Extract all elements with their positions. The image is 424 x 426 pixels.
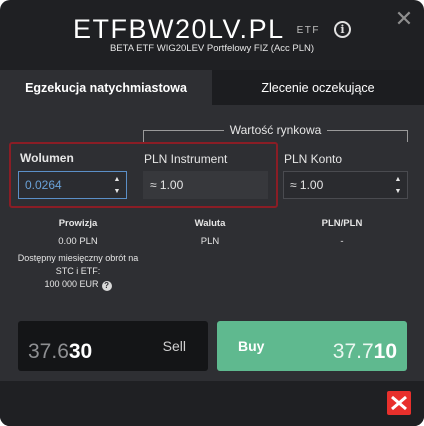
instrument-symbol: ETFBW20LV.PL	[73, 13, 285, 44]
order-type-tabs: Egzekucja natychmiastowa Zlecenie oczeku…	[0, 70, 424, 105]
stepper-up-icon[interactable]: ▲	[114, 176, 121, 184]
exchange-rate-label: PLN/PLN	[321, 218, 363, 229]
commission-value: 0.00 PLN	[58, 236, 98, 247]
instrument-value-label: PLN Instrument	[144, 152, 228, 166]
commission-note-line: STC i ETF:	[55, 266, 101, 276]
brand-logo	[387, 391, 411, 415]
instrument-description: BETA ETF WIG20LEV Portfelowy FIZ (Acc PL…	[109, 43, 315, 54]
exchange-rate-value: -	[340, 236, 344, 247]
title-row: ETFBW20LV.PL ETF i	[0, 12, 424, 46]
help-icon[interactable]: ?	[101, 281, 112, 291]
sell-button[interactable]: 37.630 Sell	[18, 321, 208, 371]
tab-instant-execution[interactable]: Egzekucja natychmiastowa	[0, 70, 212, 105]
buy-price: 37.710	[333, 340, 397, 364]
sell-price-pips: 30	[68, 340, 93, 363]
sell-label: Sell	[162, 338, 186, 354]
instrument-value: ≈ 1.00	[150, 178, 184, 192]
info-icon[interactable]: i	[333, 20, 351, 38]
volume-value: 0.0264	[25, 178, 62, 192]
market-value-label-row: Wartość rynkowa	[0, 123, 424, 137]
buy-label: Buy	[238, 338, 265, 354]
sell-price-main: 37.6	[28, 340, 69, 363]
account-value-input[interactable]: ≈ 1.00 ▲ ▼	[283, 171, 408, 199]
stepper-up-icon[interactable]: ▲	[395, 176, 402, 184]
instrument-type-tag: ETF	[296, 24, 320, 36]
close-icon[interactable]: ✕	[394, 8, 414, 30]
monthly-turnover-value: 100 000 EUR	[44, 279, 99, 289]
commission-note-line: Dostępny miesięczny obrót na	[17, 253, 139, 263]
instrument-value-field: ≈ 1.00	[143, 171, 268, 199]
sell-price: 37.630	[28, 340, 92, 364]
volume-stepper[interactable]: ▲ ▼	[113, 176, 121, 196]
volume-label: Wolumen	[20, 151, 74, 165]
currency-value: PLN	[200, 236, 220, 247]
buy-price-main: 37.7	[332, 340, 374, 363]
dialog-footer	[0, 381, 424, 426]
order-dialog: ETFBW20LV.PL ETF i ✕ BETA ETF WIG20LEV P…	[0, 0, 424, 426]
buy-button[interactable]: Buy 37.710	[217, 321, 407, 371]
commission-label: Prowizja	[58, 218, 98, 229]
stepper-down-icon[interactable]: ▼	[395, 188, 402, 196]
brand-logo-icon	[391, 395, 407, 411]
volume-input[interactable]: 0.0264 ▲ ▼	[18, 171, 127, 199]
tab-pending-order[interactable]: Zlecenie oczekujące	[212, 70, 424, 105]
commission-note-line: 100 000 EUR?	[8, 278, 148, 291]
commission-note: Dostępny miesięczny obrót na STC i ETF: …	[8, 252, 148, 291]
account-value-label: PLN Konto	[284, 152, 343, 166]
account-value: ≈ 1.00	[290, 178, 324, 192]
buy-price-pips: 10	[373, 340, 397, 363]
stepper-down-icon[interactable]: ▼	[114, 188, 121, 196]
market-value-label: Wartość rynkowa	[223, 123, 328, 137]
account-stepper[interactable]: ▲ ▼	[394, 176, 402, 196]
currency-label: Waluta	[194, 218, 226, 229]
